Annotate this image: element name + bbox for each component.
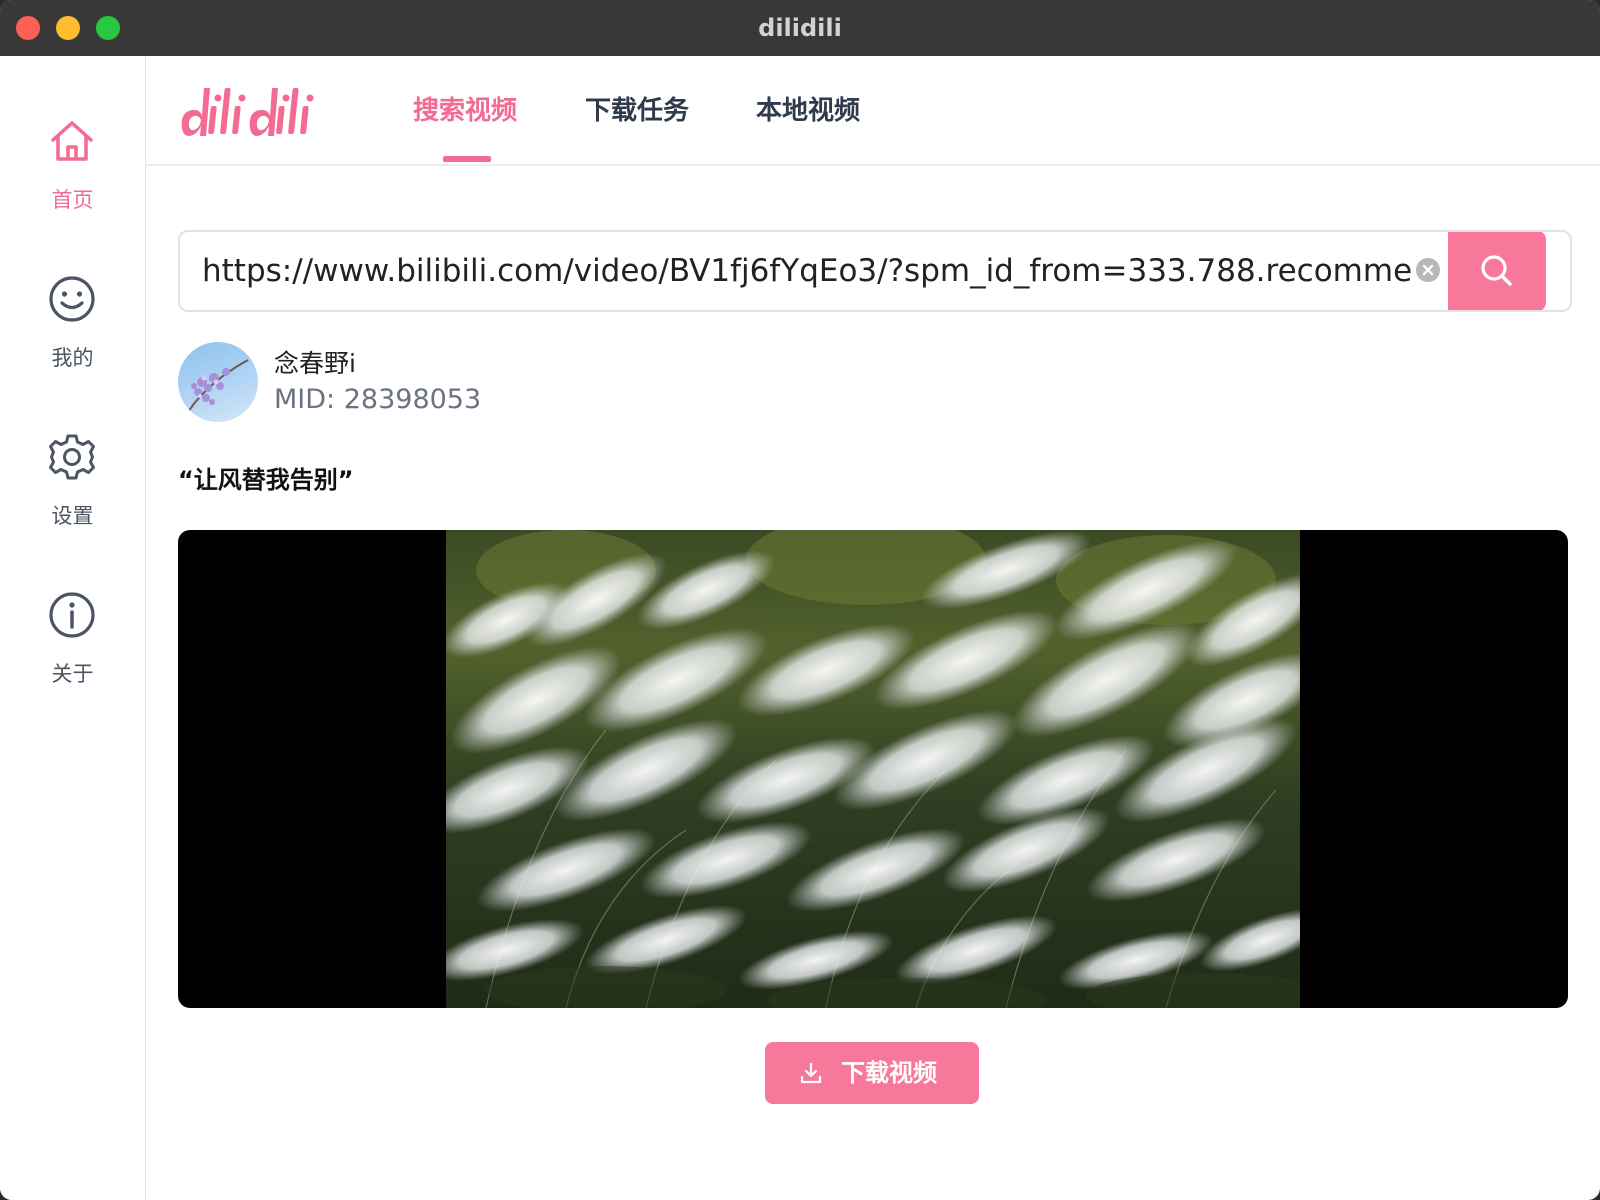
- search-button[interactable]: [1448, 232, 1546, 310]
- title-bar: dilidili: [0, 0, 1600, 56]
- info-icon: [49, 592, 95, 638]
- sidebar-item-label: 设置: [51, 504, 94, 528]
- video-thumbnail: [446, 530, 1300, 1008]
- smiley-icon: [49, 276, 95, 322]
- sidebar: 首页 我的 设置 关于: [0, 56, 146, 1200]
- uploader-name: 念春野i: [274, 349, 356, 378]
- gear-icon: [49, 434, 95, 480]
- window-title: dilidili: [758, 14, 842, 42]
- tab-search-video[interactable]: 搜索视频: [413, 90, 517, 127]
- app-window: dilidili 首页 我的 设置 关于 搜索视频 下载任务 本地视频 http…: [0, 0, 1600, 1200]
- search-input[interactable]: https://www.bilibili.com/video/BV1fj6fYq…: [202, 232, 1412, 310]
- sidebar-item-settings[interactable]: 设置: [0, 432, 145, 552]
- app-logo: [181, 88, 314, 136]
- sidebar-item-about[interactable]: 关于: [0, 590, 145, 710]
- tab-download-tasks[interactable]: 下载任务: [585, 90, 689, 127]
- main-content: 搜索视频 下载任务 本地视频 https://www.bilibili.com/…: [146, 56, 1600, 1200]
- avatar[interactable]: [178, 342, 258, 422]
- download-button-label: 下载视频: [841, 1059, 937, 1087]
- search-icon: [1481, 255, 1512, 286]
- sidebar-item-home[interactable]: 首页: [0, 116, 145, 236]
- sidebar-item-mine[interactable]: 我的: [0, 274, 145, 394]
- uploader-mid: MID: 28398053: [274, 384, 482, 415]
- download-icon: [800, 1062, 822, 1084]
- video-title: “让风替我告别”: [178, 466, 354, 494]
- video-player[interactable]: [178, 530, 1568, 1008]
- tab-local-video[interactable]: 本地视频: [756, 90, 860, 127]
- search-bar: https://www.bilibili.com/video/BV1fj6fYq…: [178, 230, 1572, 312]
- sidebar-item-label: 我的: [51, 346, 94, 370]
- top-nav: 搜索视频 下载任务 本地视频: [146, 56, 1600, 166]
- home-icon: [51, 121, 93, 161]
- avatar-image: [187, 359, 249, 413]
- sidebar-item-label: 首页: [51, 188, 94, 212]
- active-tab-indicator: [443, 156, 491, 162]
- clear-icon[interactable]: [1416, 258, 1440, 282]
- download-video-button[interactable]: 下载视频: [765, 1042, 979, 1104]
- sidebar-item-label: 关于: [51, 662, 94, 686]
